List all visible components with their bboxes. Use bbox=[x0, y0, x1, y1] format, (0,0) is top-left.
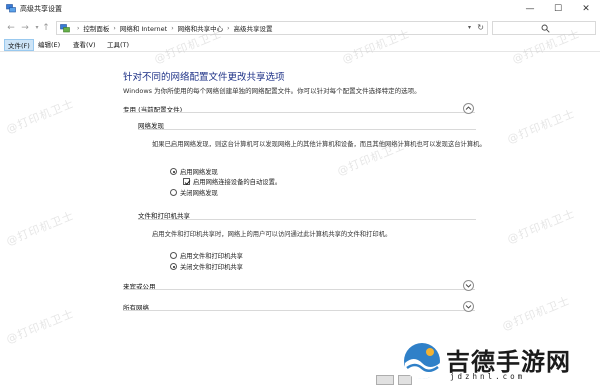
radio-unselected[interactable] bbox=[170, 189, 177, 196]
breadcrumb-advanced-sharing[interactable]: 高级共享设置 bbox=[234, 23, 273, 33]
section-divider bbox=[123, 289, 475, 290]
title-bar: 高级共享设置 — ☐ ✕ bbox=[0, 0, 600, 18]
search-icon bbox=[541, 24, 550, 33]
checkbox-checked[interactable] bbox=[183, 178, 191, 185]
window-title: 高级共享设置 bbox=[20, 5, 62, 13]
expand-chevron-down-icon[interactable] bbox=[463, 301, 474, 312]
control-panel-icon bbox=[60, 23, 70, 32]
page-title: 针对不同的网络配置文件更改共享选项 bbox=[123, 72, 285, 83]
logo-wave-icon bbox=[404, 343, 440, 379]
collapse-chevron-up-icon[interactable] bbox=[463, 103, 474, 114]
address-bar[interactable]: › 控制面板 › 网络和 Internet › 网络和共享中心 › 高级共享设置… bbox=[56, 21, 488, 35]
subsection-divider bbox=[138, 219, 476, 220]
search-input[interactable] bbox=[492, 21, 596, 35]
site-logo: 吉德手游网 jdzhnl.com bbox=[400, 338, 596, 384]
close-button[interactable]: ✕ bbox=[572, 0, 600, 18]
maximize-button[interactable]: ☐ bbox=[544, 0, 572, 18]
file-printer-sharing-description: 启用文件和打印机共享时，网络上的用户可以访问通过此计算机共享的文件和打印机。 bbox=[152, 231, 392, 238]
breadcrumb-separator-icon: › bbox=[227, 24, 230, 32]
auto-setup-option[interactable]: 启用网络连接设备的自动设置。 bbox=[183, 177, 281, 186]
navigation-bar: ← → ▾ ↑ › 控制面板 › 网络和 Internet › 网络和共享中心 … bbox=[0, 18, 600, 37]
breadcrumb-control-panel[interactable]: 控制面板 bbox=[83, 23, 109, 33]
network-discovery-description: 如果已启用网络发现，则这台计算机可以发现网络上的其他计算机和设备，而且其他网络计… bbox=[152, 141, 486, 148]
subsection-divider bbox=[138, 129, 476, 130]
menu-view[interactable]: 查看(V) bbox=[70, 39, 99, 51]
disable-file-printer-sharing-option[interactable]: 关闭文件和打印机共享 bbox=[170, 262, 243, 271]
page-description: Windows 为你所使用的每个网络创建单独的网络配置文件。你可以针对每个配置文… bbox=[123, 87, 421, 95]
back-arrow-icon[interactable]: ← bbox=[4, 21, 18, 34]
menu-edit[interactable]: 编辑(E) bbox=[35, 39, 63, 51]
section-divider bbox=[123, 112, 475, 113]
breadcrumb-separator-icon: › bbox=[113, 24, 116, 32]
menu-tools[interactable]: 工具(T) bbox=[104, 39, 132, 51]
menu-file[interactable]: 文件(F) bbox=[4, 39, 34, 51]
breadcrumb-separator-icon: › bbox=[171, 24, 174, 32]
address-dropdown-icon[interactable]: ▾ bbox=[468, 24, 471, 31]
breadcrumb-separator-icon: › bbox=[77, 24, 80, 32]
save-changes-button[interactable] bbox=[376, 375, 394, 385]
breadcrumb-network-internet[interactable]: 网络和 Internet bbox=[120, 23, 167, 33]
enable-network-discovery-label: 启用网络发现 bbox=[180, 169, 218, 176]
enable-network-discovery-option[interactable]: 启用网络发现 bbox=[170, 167, 218, 176]
up-arrow-icon[interactable]: ↑ bbox=[39, 21, 53, 34]
logo-domain: jdzhnl.com bbox=[450, 372, 526, 381]
refresh-icon[interactable]: ↻ bbox=[477, 23, 484, 32]
disable-network-discovery-option[interactable]: 关闭网络发现 bbox=[170, 188, 218, 197]
auto-setup-label: 启用网络连接设备的自动设置。 bbox=[193, 179, 282, 186]
disable-file-printer-sharing-label: 关闭文件和打印机共享 bbox=[180, 264, 243, 271]
section-divider bbox=[123, 310, 475, 311]
expand-chevron-down-icon[interactable] bbox=[463, 280, 474, 291]
radio-unselected[interactable] bbox=[170, 252, 177, 259]
enable-file-printer-sharing-label: 启用文件和打印机共享 bbox=[180, 253, 243, 260]
radio-selected[interactable] bbox=[170, 263, 177, 270]
enable-file-printer-sharing-option[interactable]: 启用文件和打印机共享 bbox=[170, 251, 243, 260]
minimize-button[interactable]: — bbox=[516, 0, 544, 18]
network-settings-icon bbox=[6, 4, 16, 13]
menu-bar: 文件(F) 编辑(E) 查看(V) 工具(T) bbox=[0, 38, 600, 52]
radio-selected[interactable] bbox=[170, 168, 177, 175]
disable-network-discovery-label: 关闭网络发现 bbox=[180, 190, 218, 197]
